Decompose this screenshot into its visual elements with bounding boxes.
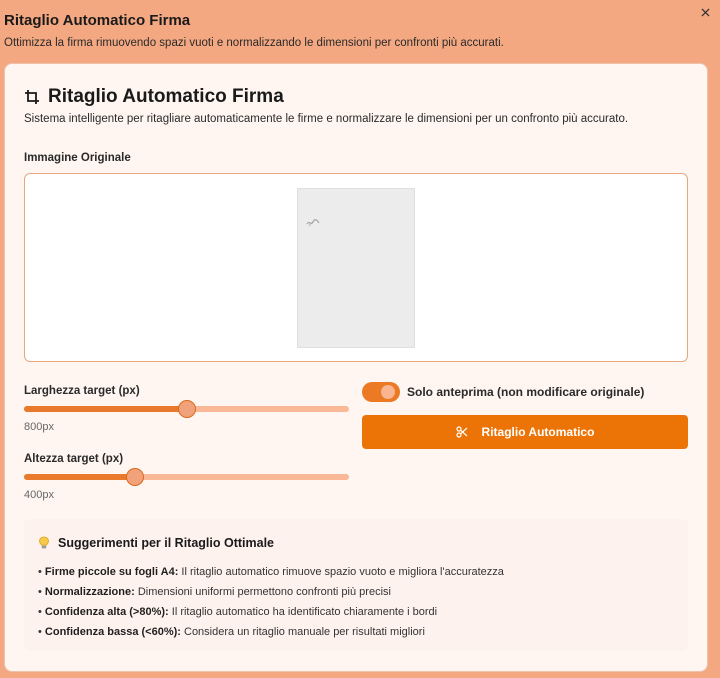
tip-item: • Firme piccole su fogli A4: Il ritaglio… bbox=[38, 566, 504, 578]
width-slider[interactable] bbox=[24, 400, 349, 418]
tips-title: Suggerimenti per il Ritaglio Ottimale bbox=[58, 536, 275, 550]
tip-item: • Confidenza alta (>80%): Il ritaglio au… bbox=[38, 606, 438, 618]
height-slider-value: 400px bbox=[24, 489, 54, 501]
crop-icon bbox=[24, 89, 40, 105]
tip-item-bold: Confidenza bassa (<60%): bbox=[44, 626, 181, 638]
width-slider-thumb[interactable] bbox=[177, 400, 196, 418]
height-slider-group: Altezza target (px) 400px bbox=[24, 453, 350, 501]
tips-panel: Suggerimenti per il Ritaglio Ottimale • … bbox=[24, 519, 688, 651]
width-slider-group: Larghezza target (px) 800px bbox=[24, 385, 350, 433]
auto-crop-card: Ritaglio Automatico Firma Sistema intell… bbox=[4, 63, 708, 672]
card-header: Ritaglio Automatico Firma bbox=[24, 86, 284, 108]
tips-list: • Firme piccole su fogli A4: Il ritaglio… bbox=[38, 562, 674, 642]
preview-toggle-row: Solo anteprima (non modificare originale… bbox=[362, 382, 644, 402]
tip-item-bold: Normalizzazione: bbox=[44, 586, 135, 598]
tip-item: • Normalizzazione: Dimensioni uniformi p… bbox=[38, 586, 391, 598]
auto-crop-button-label: Ritaglio Automatico bbox=[481, 425, 595, 439]
height-slider[interactable] bbox=[24, 468, 349, 486]
dialog-title: Ritaglio Automatico Firma bbox=[4, 12, 191, 29]
preview-toggle[interactable] bbox=[362, 382, 400, 402]
width-slider-label: Larghezza target (px) bbox=[24, 385, 140, 397]
card-title: Ritaglio Automatico Firma bbox=[48, 86, 284, 107]
signature-document-image bbox=[297, 188, 415, 348]
lightbulb-icon bbox=[39, 536, 49, 549]
tip-item: • Confidenza bassa (<60%): Considera un … bbox=[38, 626, 425, 638]
height-slider-fill bbox=[24, 474, 135, 480]
scissors-icon bbox=[455, 426, 467, 438]
tip-item-bold: Confidenza alta (>80%): bbox=[44, 606, 169, 618]
tip-item-bold: Firme piccole su fogli A4: bbox=[44, 566, 179, 578]
tip-item-text: Il ritaglio automatico ha identificato c… bbox=[168, 606, 438, 618]
tip-item-text: Il ritaglio automatico rimuove spazio vu… bbox=[178, 566, 504, 578]
width-slider-value: 800px bbox=[24, 421, 54, 433]
dialog-subtitle: Ottimizza la firma rimuovendo spazi vuot… bbox=[4, 37, 504, 49]
tips-header: Suggerimenti per il Ritaglio Ottimale bbox=[38, 536, 674, 550]
auto-crop-button[interactable]: Ritaglio Automatico bbox=[362, 415, 688, 449]
tip-item-text: Dimensioni uniformi permettono confronti… bbox=[134, 586, 391, 598]
tip-item-text: Considera un ritaglio manuale per risult… bbox=[180, 626, 425, 638]
close-button[interactable] bbox=[698, 5, 712, 19]
width-slider-fill bbox=[24, 406, 187, 412]
height-slider-label: Altezza target (px) bbox=[24, 453, 124, 465]
toggle-knob bbox=[381, 385, 395, 399]
preview-toggle-label: Solo anteprima (non modificare originale… bbox=[407, 385, 645, 399]
height-slider-thumb[interactable] bbox=[125, 468, 144, 486]
signature-scribble bbox=[306, 218, 320, 227]
card-description: Sistema intelligente per ritagliare auto… bbox=[24, 113, 629, 125]
original-image-frame bbox=[24, 173, 688, 362]
close-icon bbox=[700, 7, 710, 17]
original-image-label: Immagine Originale bbox=[24, 152, 131, 164]
